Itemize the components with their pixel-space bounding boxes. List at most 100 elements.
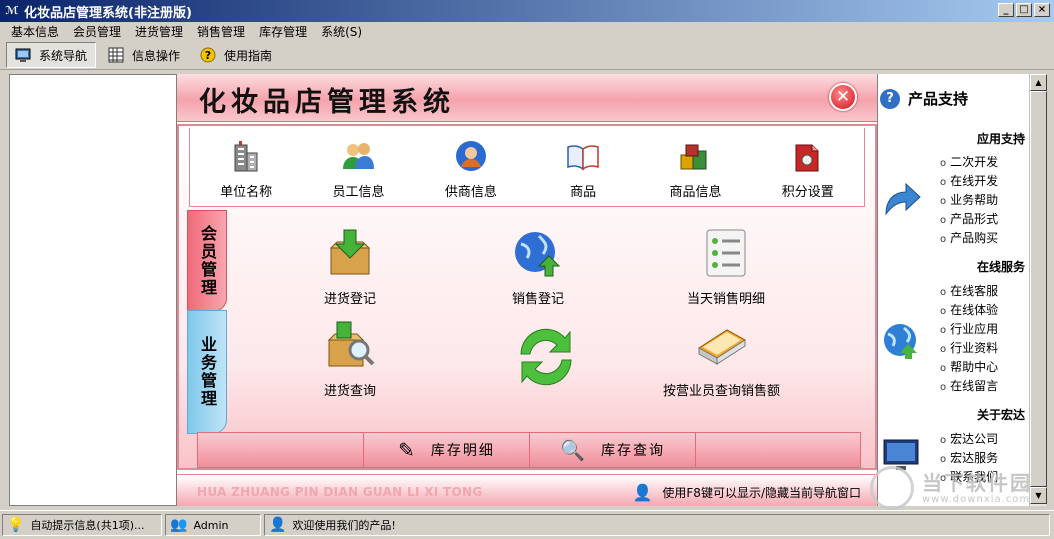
menu-bar: 基本信息 会员管理 进货管理 销售管理 库存管理 系统(S) bbox=[0, 22, 1054, 41]
menu-purchase[interactable]: 进货管理 bbox=[128, 23, 190, 40]
daily-sales-detail-action[interactable]: 当天销售明细 bbox=[687, 226, 765, 307]
scroll-down-button[interactable]: ▼ bbox=[1030, 487, 1047, 504]
link-business-help[interactable]: 业务帮助 bbox=[940, 191, 998, 210]
link-industry-app[interactable]: 行业应用 bbox=[940, 320, 998, 339]
supplier-avatar-icon bbox=[455, 141, 486, 171]
magnifier-icon: 🔍 bbox=[560, 438, 587, 462]
minimize-button[interactable]: _ bbox=[998, 3, 1014, 17]
main-title: 化妆品店管理系统 bbox=[199, 87, 455, 118]
system-nav-button[interactable]: 系统导航 bbox=[6, 42, 97, 68]
boxes-icon bbox=[680, 144, 707, 170]
link-hongda-company[interactable]: 宏达公司 bbox=[940, 430, 998, 449]
tab-member-management[interactable]: 会员管理 bbox=[187, 210, 227, 312]
app-support-list: 二次开发 在线开发 业务帮助 产品形式 产品购买 bbox=[940, 153, 998, 248]
left-nav-pane[interactable] bbox=[9, 74, 177, 506]
status-bar: 💡 自动提示信息(共1项)... 👥 Admin 👤 欢迎使用我们的产品! bbox=[0, 510, 1054, 539]
section-app-support: 应用支持 bbox=[976, 132, 1025, 146]
company-name-item[interactable]: 单位名称 bbox=[190, 128, 302, 206]
close-window-button[interactable]: × bbox=[1034, 3, 1050, 17]
menu-basic-info[interactable]: 基本信息 bbox=[4, 23, 66, 40]
purchase-register-action[interactable]: 进货登记 bbox=[323, 226, 377, 307]
status-tips[interactable]: 💡 自动提示信息(共1项)... bbox=[2, 514, 162, 536]
watermark-logo bbox=[870, 466, 914, 510]
supplier-info-item[interactable]: 供商信息 bbox=[415, 128, 527, 206]
link-industry-data[interactable]: 行业资料 bbox=[940, 339, 998, 358]
purchase-query-action[interactable]: 进货查询 bbox=[323, 318, 377, 399]
book-icon bbox=[567, 145, 599, 171]
link-product-buy[interactable]: 产品购买 bbox=[940, 229, 998, 248]
menu-sales[interactable]: 销售管理 bbox=[190, 23, 252, 40]
user-icon: 👥 bbox=[170, 517, 188, 533]
main-footer: HUA ZHUANG PIN DIAN GUAN LI XI TONG 👤 使用… bbox=[177, 474, 877, 506]
checklist-icon bbox=[706, 229, 746, 277]
info-operation-button[interactable]: 信息操作 bbox=[100, 42, 188, 68]
globe-icon bbox=[882, 320, 922, 360]
laptop-icon bbox=[697, 329, 746, 365]
box-search-icon bbox=[327, 321, 375, 367]
footer-pinyin: HUA ZHUANG PIN DIAN GUAN LI XI TONG bbox=[197, 485, 483, 499]
stock-query-button[interactable]: 🔍 库存查询 bbox=[530, 433, 696, 467]
refresh-icon bbox=[520, 328, 572, 386]
link-product-form[interactable]: 产品形式 bbox=[940, 210, 998, 229]
link-online-trial[interactable]: 在线体验 bbox=[940, 301, 998, 320]
content-frame: 单位名称 员工信息 供商信息 商品 商品信息 积分设置 会员管理 业务管理 进货… bbox=[177, 124, 877, 470]
sales-register-action[interactable]: 销售登记 bbox=[511, 226, 565, 307]
bottom-button-row: ✎ 库存明细 🔍 库存查询 bbox=[197, 432, 861, 468]
user-hint-icon: 👤 bbox=[632, 483, 653, 502]
clerk-sales-query-action[interactable]: 按营业员查询销售额 bbox=[663, 318, 780, 399]
top-icon-bar: 单位名称 员工信息 供商信息 商品 商品信息 积分设置 bbox=[189, 128, 865, 207]
menu-member[interactable]: 会员管理 bbox=[66, 23, 128, 40]
points-setting-item[interactable]: 积分设置 bbox=[752, 128, 864, 206]
toolbar: 系统导航 信息操作 ? 使用指南 bbox=[0, 41, 1054, 70]
vertical-scrollbar[interactable]: ▲ ▼ bbox=[1029, 74, 1047, 506]
monitor-icon bbox=[15, 48, 31, 62]
main-panel: 化妆品店管理系统 ✕ 单位名称 员工信息 供商信息 商品 商品信息 积分设置 会… bbox=[177, 74, 877, 506]
product-info-item[interactable]: 商品信息 bbox=[639, 128, 751, 206]
maximize-button[interactable]: □ bbox=[1016, 3, 1032, 17]
tab-business-management[interactable]: 业务管理 bbox=[187, 310, 227, 434]
window-title: 化妆品店管理系统(非注册版) bbox=[24, 5, 192, 21]
grid-icon bbox=[108, 47, 124, 63]
stock-detail-button[interactable]: ✎ 库存明细 bbox=[364, 433, 530, 467]
arrow-right-icon bbox=[882, 180, 922, 220]
support-title: ? 产品支持 bbox=[880, 88, 968, 109]
bottom-empty-cell-right bbox=[696, 433, 860, 467]
link-secondary-dev[interactable]: 二次开发 bbox=[940, 153, 998, 172]
status-welcome: 👤 欢迎使用我们的产品! bbox=[264, 514, 1050, 536]
scroll-up-button[interactable]: ▲ bbox=[1030, 74, 1047, 91]
help-icon: ? bbox=[200, 47, 216, 63]
watermark: 当下软件园 www.downxia.com bbox=[870, 466, 1032, 510]
section-about: 关于宏达 bbox=[976, 408, 1025, 422]
link-online-dev[interactable]: 在线开发 bbox=[940, 172, 998, 191]
watermark-name: 当下软件园 bbox=[922, 470, 1032, 495]
folder-settings-icon bbox=[795, 144, 819, 172]
user-guide-button[interactable]: ? 使用指南 bbox=[192, 42, 280, 68]
question-icon: ? bbox=[880, 88, 900, 109]
watermark-url: www.downxia.com bbox=[922, 493, 1031, 505]
menu-system[interactable]: 系统(S) bbox=[314, 23, 369, 40]
link-online-support[interactable]: 在线客服 bbox=[940, 282, 998, 301]
building-icon bbox=[234, 141, 258, 172]
refresh-action[interactable] bbox=[509, 318, 583, 396]
menu-stock[interactable]: 库存管理 bbox=[252, 23, 314, 40]
product-item[interactable]: 商品 bbox=[527, 128, 639, 206]
title-bar: ℳ 化妆品店管理系统(非注册版) _ □ × bbox=[0, 0, 1054, 22]
scroll-thumb[interactable] bbox=[1030, 91, 1047, 487]
product-support-pane: ? 产品支持 应用支持 二次开发 在线开发 业务帮助 产品形式 产品购买 在线服… bbox=[877, 74, 1029, 506]
online-service-list: 在线客服 在线体验 行业应用 行业资料 帮助中心 在线留言 bbox=[940, 282, 998, 396]
info-avatar-icon: 👤 bbox=[269, 517, 287, 533]
app-icon: ℳ bbox=[5, 4, 19, 17]
employee-info-item[interactable]: 员工信息 bbox=[302, 128, 414, 206]
status-user: 👥 Admin bbox=[165, 514, 261, 536]
section-online-service: 在线服务 bbox=[976, 260, 1025, 274]
people-icon bbox=[343, 143, 375, 169]
box-down-arrow-icon bbox=[329, 229, 371, 275]
bottom-empty-cell-left bbox=[198, 433, 364, 467]
svg-text:?: ? bbox=[205, 49, 211, 62]
link-online-message[interactable]: 在线留言 bbox=[940, 377, 998, 396]
bulb-icon: 💡 bbox=[7, 517, 25, 533]
close-panel-button[interactable]: ✕ bbox=[829, 83, 857, 111]
main-header: 化妆品店管理系统 ✕ bbox=[177, 74, 877, 122]
pencil-list-icon: ✎ bbox=[398, 438, 417, 462]
link-help-center[interactable]: 帮助中心 bbox=[940, 358, 998, 377]
